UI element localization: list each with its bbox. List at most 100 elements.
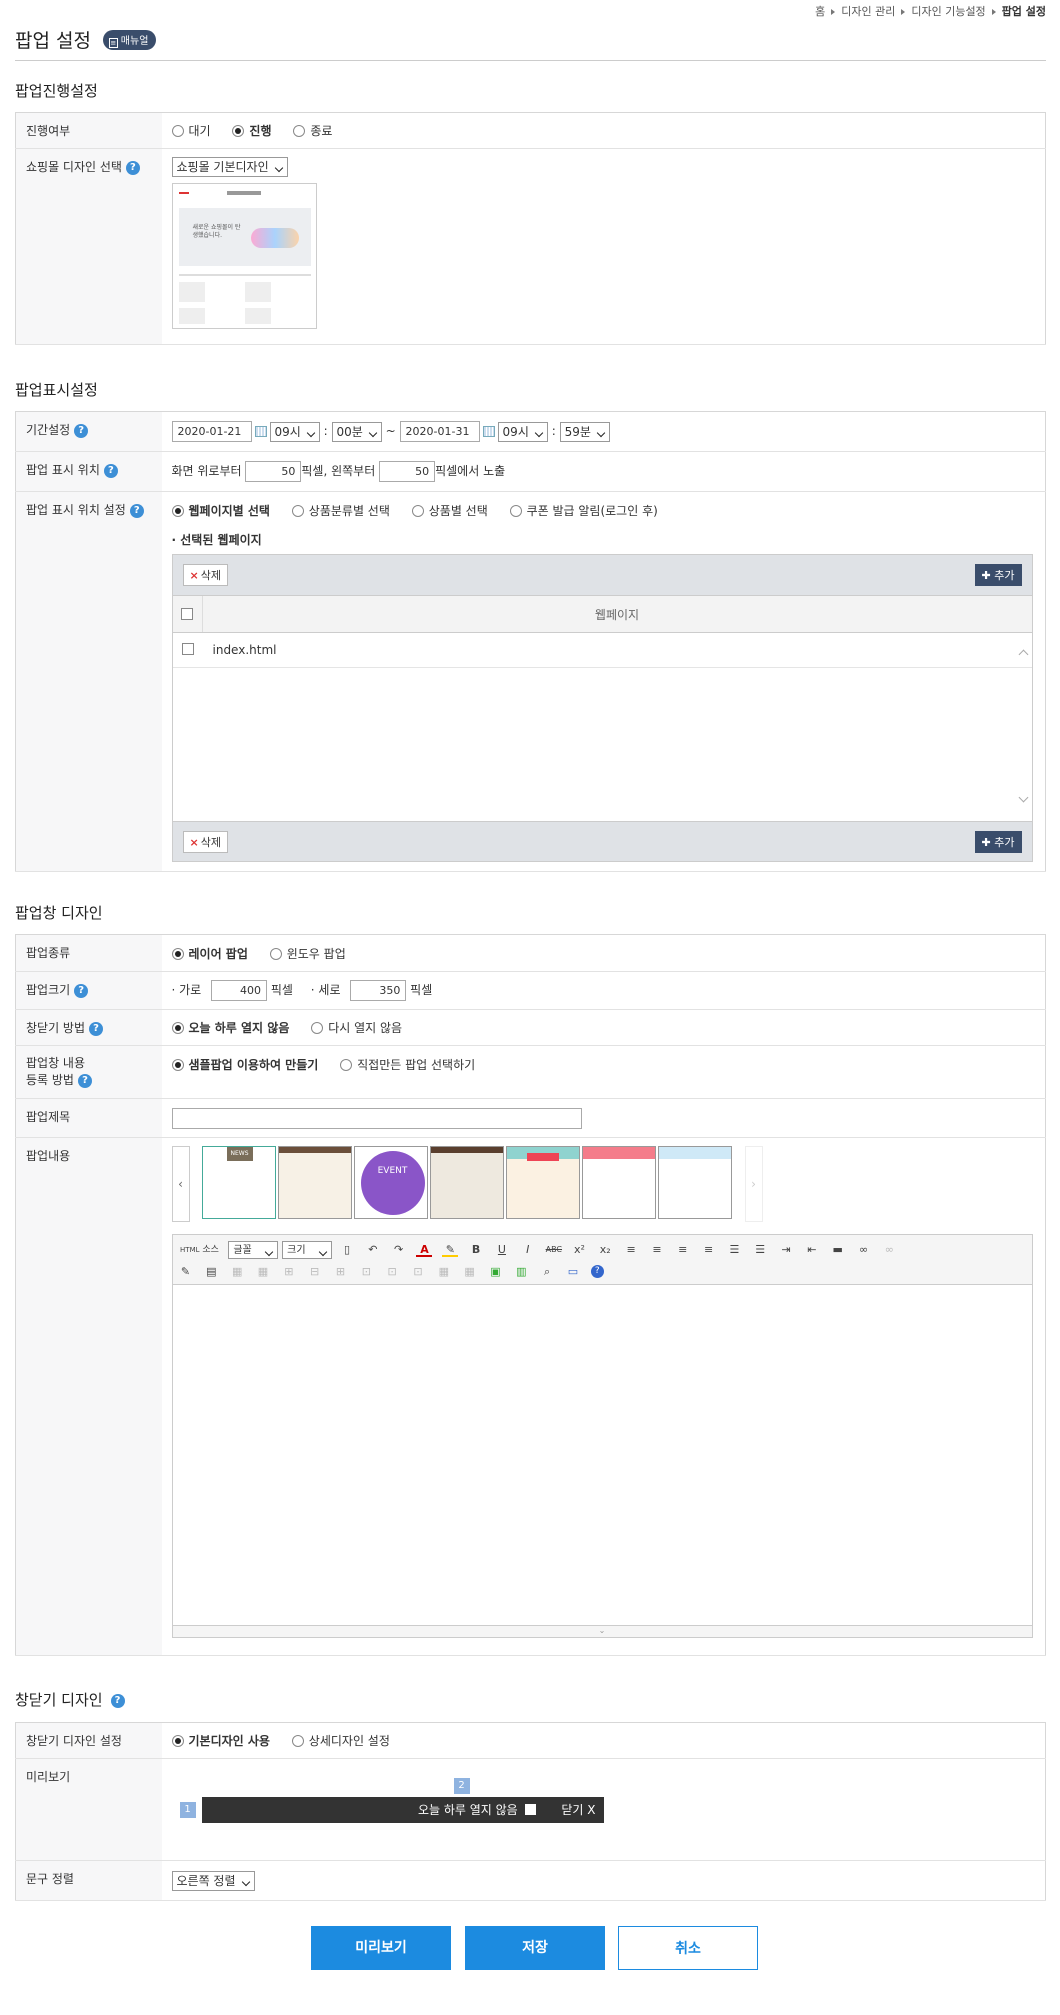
status-wait[interactable]: 대기	[171, 122, 211, 139]
help-icon[interactable]: ?	[77, 1073, 92, 1088]
radio-checked-icon[interactable]	[171, 1735, 184, 1747]
type-layer[interactable]: 레이어 팝업	[171, 945, 248, 962]
select-all-checkbox[interactable]	[181, 608, 193, 620]
align-select[interactable]: 오른쪽 정렬	[171, 1870, 255, 1891]
help-icon[interactable]: ?	[125, 160, 140, 175]
help-icon[interactable]: ?	[74, 983, 89, 998]
edit-icon[interactable]: ✎	[178, 1265, 194, 1279]
radio-icon[interactable]	[269, 947, 282, 960]
help-icon[interactable]: ?	[74, 423, 89, 438]
delete-button[interactable]: × 삭제	[182, 564, 228, 586]
cancel-button[interactable]: 취소	[618, 1926, 758, 1970]
align-justify-icon[interactable]: ≡	[701, 1243, 717, 1257]
strike-icon[interactable]: ABC	[546, 1243, 562, 1257]
table-props-icon[interactable]: ▦	[436, 1265, 452, 1279]
radio-icon[interactable]	[411, 505, 424, 517]
superscript-icon[interactable]: x²	[571, 1243, 587, 1257]
align-center-icon[interactable]: ≡	[649, 1243, 665, 1257]
status-end[interactable]: 종료	[293, 122, 332, 139]
new-doc-icon[interactable]: ▯	[339, 1243, 355, 1257]
design-thumbnail[interactable]: 새로운 쇼핑몰이 탄생했습니다.	[171, 183, 317, 329]
highlight-icon[interactable]: ✎	[442, 1243, 459, 1257]
close-today[interactable]: 오늘 하루 열지 않음	[171, 1019, 289, 1036]
radio-checked-icon[interactable]	[171, 1059, 184, 1071]
left-px-input[interactable]: 50	[379, 461, 436, 482]
table-row[interactable]: index.html	[172, 633, 1032, 668]
template-item[interactable]	[277, 1146, 352, 1219]
start-min-select[interactable]: 00분	[331, 421, 382, 442]
breadcrumb-home[interactable]: 홈	[815, 5, 825, 18]
popup-title-input[interactable]	[171, 1107, 582, 1129]
content-sample[interactable]: 샘플팝업 이용하여 만들기	[171, 1056, 318, 1073]
type-window[interactable]: 윈도우 팝업	[269, 945, 346, 962]
calendar-icon[interactable]	[482, 426, 495, 437]
editor-content[interactable]	[172, 1285, 1032, 1625]
pos-opt-category[interactable]: 상품분류별 선택	[291, 502, 390, 519]
preview-icon[interactable]: ▭	[565, 1265, 581, 1279]
table-border-icon[interactable]: ▦	[462, 1265, 478, 1279]
indent-icon[interactable]: ⇥	[778, 1243, 794, 1257]
template-item[interactable]: EVENT	[353, 1146, 428, 1219]
close-never[interactable]: 다시 열지 않음	[311, 1019, 402, 1036]
row-checkbox[interactable]	[181, 642, 194, 655]
save-button[interactable]: 저장	[465, 1926, 605, 1970]
radio-icon[interactable]	[291, 1735, 304, 1747]
html-source-button[interactable]: HTML 소스	[178, 1243, 222, 1257]
subscript-icon[interactable]: x₂	[597, 1243, 613, 1257]
help-icon[interactable]: ?	[110, 1693, 125, 1708]
preview-button[interactable]: 미리보기	[311, 1926, 451, 1970]
delete-button[interactable]: × 삭제	[182, 831, 228, 853]
close-default[interactable]: 기본디자인 사용	[171, 1732, 270, 1749]
help-icon[interactable]: ?	[129, 503, 144, 518]
radio-icon[interactable]	[291, 505, 304, 517]
media-icon[interactable]: ▥	[513, 1265, 529, 1279]
content-custom[interactable]: 직접만든 팝업 선택하기	[340, 1056, 475, 1073]
template-item[interactable]	[581, 1146, 656, 1219]
hr-icon[interactable]: ▬	[830, 1243, 846, 1257]
end-hour-select[interactable]: 09시	[497, 421, 548, 442]
link-icon[interactable]: ∞	[856, 1243, 872, 1257]
outdent-icon[interactable]: ⇤	[804, 1243, 820, 1257]
radio-icon[interactable]	[171, 125, 184, 137]
row-insert-icon[interactable]: ⊞	[281, 1265, 297, 1279]
chevron-down-icon[interactable]	[1018, 792, 1028, 803]
help-icon[interactable]: ?	[590, 1265, 604, 1278]
radio-icon[interactable]	[293, 125, 306, 137]
add-button[interactable]: ✚ 추가	[974, 831, 1022, 853]
image-icon[interactable]: ▣	[487, 1265, 503, 1279]
align-left-icon[interactable]: ≡	[623, 1243, 639, 1257]
radio-checked-icon[interactable]	[171, 1022, 184, 1034]
font-color-icon[interactable]: A	[416, 1243, 433, 1257]
close-custom[interactable]: 상세디자인 설정	[291, 1732, 390, 1749]
undo-icon[interactable]: ↶	[365, 1243, 381, 1257]
underline-icon[interactable]: U	[494, 1243, 510, 1257]
radio-checked-icon[interactable]	[171, 505, 184, 517]
align-right-icon[interactable]: ≡	[675, 1243, 691, 1257]
breadcrumb-design-func[interactable]: 디자인 기능설정	[911, 5, 985, 18]
row-delete-icon[interactable]: ⊟	[307, 1265, 323, 1279]
breadcrumb-design[interactable]: 디자인 관리	[841, 5, 895, 18]
bold-icon[interactable]: B	[468, 1243, 484, 1257]
template-item[interactable]	[505, 1146, 580, 1219]
add-button[interactable]: ✚ 추가	[974, 564, 1022, 586]
help-icon[interactable]: ?	[103, 463, 118, 478]
status-active[interactable]: 진행	[232, 122, 272, 139]
unordered-list-icon[interactable]: ☰	[752, 1243, 768, 1257]
size-select[interactable]: 크기	[282, 1240, 333, 1259]
unlink-icon[interactable]: ∞	[881, 1243, 897, 1257]
end-min-select[interactable]: 59분	[559, 421, 610, 442]
height-input[interactable]: 350	[350, 980, 407, 1001]
start-date-input[interactable]: 2020-01-21	[171, 421, 252, 442]
chevron-left-icon[interactable]: ‹	[171, 1146, 190, 1222]
cell-merge-icon[interactable]: ⊡	[358, 1265, 374, 1279]
start-hour-select[interactable]: 09시	[269, 421, 320, 442]
col-insert-icon[interactable]: ⊞	[332, 1265, 348, 1279]
redo-icon[interactable]: ↷	[391, 1243, 407, 1257]
radio-checked-icon[interactable]	[171, 947, 184, 960]
width-input[interactable]: 400	[211, 980, 268, 1001]
top-px-input[interactable]: 50	[245, 461, 302, 482]
ordered-list-icon[interactable]: ☰	[726, 1243, 742, 1257]
template-item[interactable]	[429, 1146, 504, 1219]
find-icon[interactable]: ⌕	[539, 1265, 555, 1279]
radio-icon[interactable]	[311, 1022, 324, 1034]
